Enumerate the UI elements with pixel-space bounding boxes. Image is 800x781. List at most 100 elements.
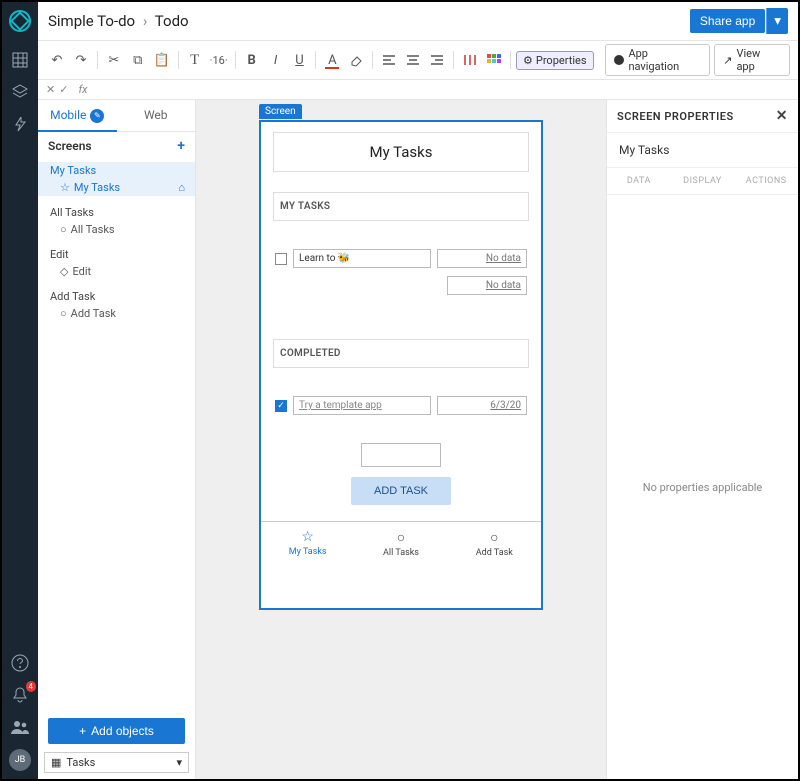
- help-icon[interactable]: [10, 653, 30, 673]
- circle-icon: ○: [60, 223, 67, 236]
- canvas: Screen My Tasks MY TASKS Learn to 🐝 No d…: [196, 100, 606, 779]
- palette-icon[interactable]: [483, 49, 505, 71]
- tree-node-edit[interactable]: Edit: [38, 246, 195, 263]
- circle-icon: ○: [452, 529, 537, 546]
- external-icon: ↗: [723, 54, 732, 67]
- formula-bar: ✕ ✓ fx: [38, 80, 798, 100]
- new-task-input[interactable]: [361, 443, 441, 467]
- circle-icon: ○: [60, 307, 67, 320]
- layers-icon[interactable]: [10, 82, 30, 102]
- task-row[interactable]: Learn to 🐝 No data: [275, 249, 527, 268]
- fx-label: fx: [78, 83, 87, 96]
- task-text[interactable]: Learn to 🐝: [293, 249, 431, 268]
- italic-button[interactable]: I: [265, 49, 287, 71]
- edit-badge-icon: ✎: [90, 109, 104, 123]
- grid-icon[interactable]: [10, 50, 30, 70]
- table-selector[interactable]: ▦ Tasks ▾: [44, 752, 189, 773]
- tree-node-mytasks[interactable]: My Tasks: [38, 162, 195, 179]
- tab-mobile[interactable]: Mobile✎: [38, 100, 117, 131]
- left-rail: JB: [2, 2, 38, 779]
- star-icon: ☆: [60, 181, 70, 194]
- checkbox-checked[interactable]: ✓: [275, 400, 287, 412]
- text-color-button[interactable]: A: [321, 49, 343, 71]
- user-avatar[interactable]: JB: [9, 749, 31, 771]
- breadcrumb-app[interactable]: Simple To-do: [48, 12, 135, 30]
- prop-tab-data[interactable]: DATA: [607, 168, 671, 194]
- checkbox-unchecked[interactable]: [275, 253, 287, 265]
- tree-node-edit-detail[interactable]: ◇Edit: [38, 263, 195, 280]
- share-app-button[interactable]: Share app: [690, 9, 765, 33]
- cancel-formula-icon[interactable]: ✕: [46, 83, 55, 96]
- align-left-icon[interactable]: [378, 49, 400, 71]
- screen-title[interactable]: My Tasks: [273, 132, 529, 172]
- task-meta-2[interactable]: No data: [447, 276, 527, 295]
- task-text-completed[interactable]: Try a template app: [293, 396, 431, 415]
- sidebar: Mobile✎ Web Screens + My Tasks ☆My Tasks…: [38, 100, 196, 779]
- properties-button[interactable]: ⚙Properties: [516, 51, 594, 70]
- tree-node-addtask[interactable]: Add Task: [38, 288, 195, 305]
- align-center-icon[interactable]: [402, 49, 424, 71]
- share-app-dropdown[interactable]: ▾: [766, 8, 788, 34]
- fill-color-button[interactable]: [345, 49, 367, 71]
- plus-icon: +: [79, 724, 86, 738]
- section-my-tasks[interactable]: MY TASKS: [273, 192, 529, 221]
- chevron-right-icon: ›: [143, 12, 148, 30]
- paste-icon[interactable]: 📋: [151, 49, 173, 71]
- home-icon: ⌂: [178, 181, 185, 194]
- star-icon: ☆: [265, 529, 350, 545]
- toolbar: ↶ ↷ ✂ ⧉ 📋 T · 16 · B I U A ⚙Properties: [38, 41, 798, 80]
- brand-logo-icon[interactable]: [9, 10, 31, 32]
- app-navigation-button[interactable]: App navigation: [605, 44, 710, 76]
- close-panel-icon[interactable]: ✕: [776, 108, 788, 124]
- circle-icon: ○: [358, 529, 443, 546]
- copy-icon[interactable]: ⧉: [127, 49, 149, 71]
- view-app-button[interactable]: ↗View app: [714, 44, 790, 76]
- header: Simple To-do › Todo Share app ▾: [38, 2, 798, 41]
- screen-tree: My Tasks ☆My Tasks⌂ All Tasks ○All Tasks…: [38, 160, 195, 324]
- accept-formula-icon[interactable]: ✓: [59, 83, 68, 96]
- tree-node-alltasks-detail[interactable]: ○All Tasks: [38, 221, 195, 238]
- prop-tab-display[interactable]: DISPLAY: [671, 168, 735, 194]
- screen-badge: Screen: [259, 104, 302, 119]
- add-objects-button[interactable]: +Add objects: [48, 718, 185, 744]
- task-meta[interactable]: No data: [437, 249, 527, 268]
- font-icon[interactable]: T: [184, 49, 206, 71]
- screens-heading: Screens: [48, 139, 92, 153]
- task-date[interactable]: 6/3/20: [437, 396, 527, 415]
- cut-icon[interactable]: ✂: [103, 49, 125, 71]
- properties-panel: SCREEN PROPERTIES ✕ My Tasks DATA DISPLA…: [606, 100, 798, 779]
- device-preview[interactable]: My Tasks MY TASKS Learn to 🐝 No data No …: [259, 120, 543, 610]
- dot-icon: [614, 55, 624, 65]
- add-screen-button[interactable]: +: [177, 138, 185, 154]
- breadcrumb-page: Todo: [155, 12, 189, 30]
- nav-mytasks[interactable]: ☆My Tasks: [261, 522, 354, 564]
- bold-button[interactable]: B: [241, 49, 263, 71]
- task-row-completed[interactable]: ✓ Try a template app 6/3/20: [275, 396, 527, 415]
- properties-empty-state: No properties applicable: [607, 195, 798, 779]
- align-right-icon[interactable]: [426, 49, 448, 71]
- properties-subtitle: My Tasks: [607, 133, 798, 168]
- prop-tab-actions[interactable]: ACTIONS: [734, 168, 798, 194]
- tag-icon: ◇: [60, 265, 68, 278]
- nav-addtask[interactable]: ○Add Task: [448, 522, 541, 564]
- tab-web[interactable]: Web: [117, 100, 196, 131]
- font-size-value[interactable]: · 16 ·: [208, 49, 230, 71]
- add-task-button[interactable]: ADD TASK: [351, 477, 451, 505]
- section-completed[interactable]: COMPLETED: [273, 339, 529, 368]
- redo-icon[interactable]: ↷: [70, 49, 92, 71]
- properties-title: SCREEN PROPERTIES: [617, 110, 734, 123]
- nav-alltasks[interactable]: ○All Tasks: [354, 522, 447, 564]
- notifications-icon[interactable]: [10, 685, 30, 705]
- tree-node-addtask-detail[interactable]: ○Add Task: [38, 305, 195, 322]
- gear-icon: ⚙: [523, 54, 533, 67]
- columns-icon[interactable]: [459, 49, 481, 71]
- undo-icon[interactable]: ↶: [46, 49, 68, 71]
- underline-button[interactable]: U: [289, 49, 311, 71]
- tree-node-mytasks-detail[interactable]: ☆My Tasks⌂: [38, 179, 195, 196]
- bottom-nav: ☆My Tasks ○All Tasks ○Add Task: [261, 521, 541, 564]
- tree-node-alltasks[interactable]: All Tasks: [38, 204, 195, 221]
- caret-down-icon: ▾: [176, 756, 182, 769]
- bolt-icon[interactable]: [10, 114, 30, 134]
- breadcrumb: Simple To-do › Todo: [48, 12, 189, 30]
- people-icon[interactable]: [10, 717, 30, 737]
